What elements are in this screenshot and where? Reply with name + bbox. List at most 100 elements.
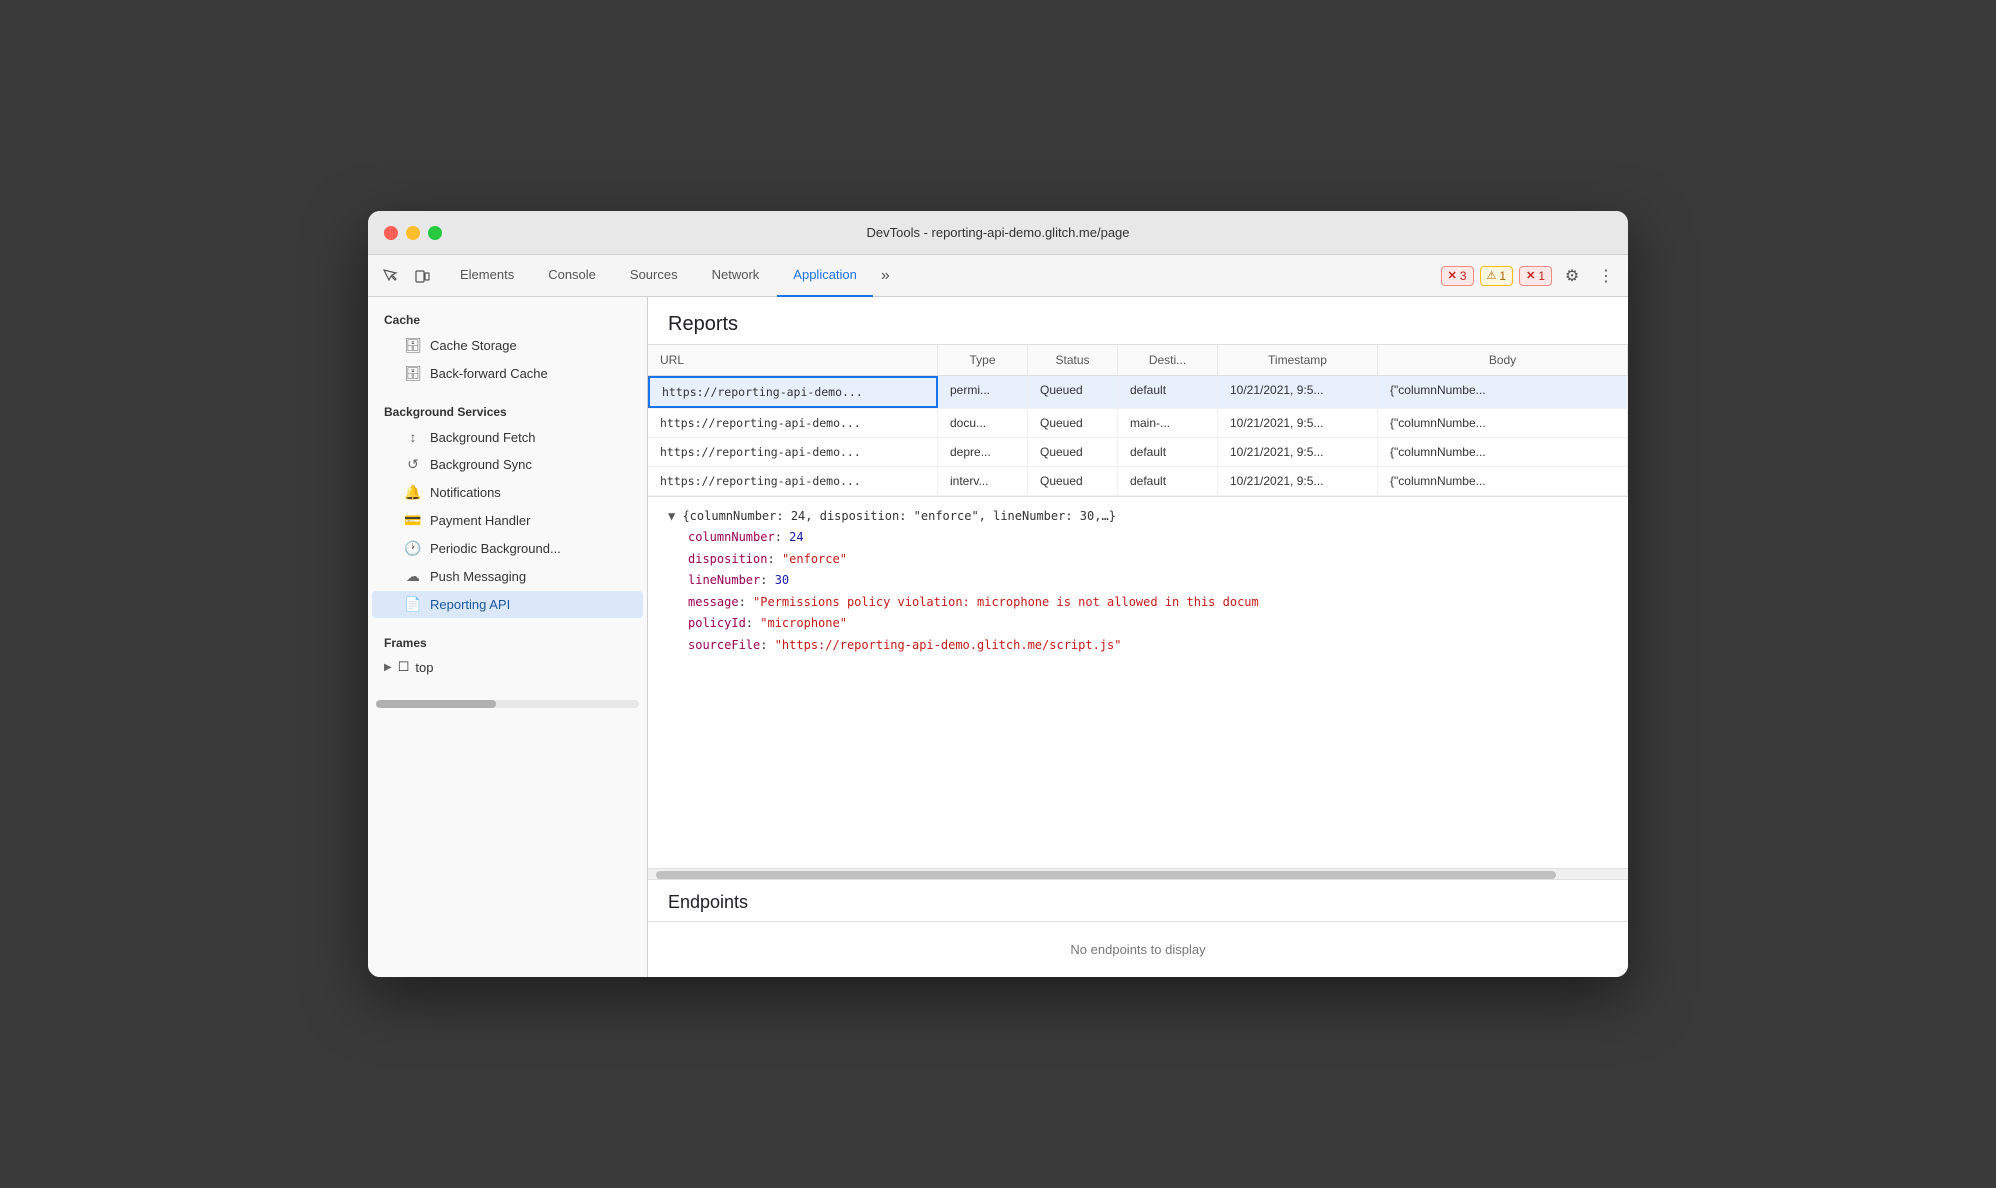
col-header-destination: Desti... xyxy=(1118,345,1218,375)
inspect-icon[interactable] xyxy=(376,262,404,290)
close-button[interactable] xyxy=(384,226,398,240)
detail-value-policyid: "microphone" xyxy=(760,616,847,630)
sidebar-item-notifications[interactable]: 🔔 Notifications xyxy=(372,479,643,506)
horizontal-scrollbar[interactable] xyxy=(648,868,1628,880)
table-row-2[interactable]: https://reporting-api-demo... depre... Q… xyxy=(648,438,1628,467)
toolbar: Elements Console Sources Network Applica… xyxy=(368,255,1628,297)
detail-line-sourcefile: sourceFile: "https://reporting-api-demo.… xyxy=(668,635,1608,657)
main-content: Cache 🗄 Cache Storage 🗄 Back-forward Cac… xyxy=(368,297,1628,977)
col-header-type: Type xyxy=(938,345,1028,375)
sidebar-scrollbar[interactable] xyxy=(376,700,639,708)
table-row-3[interactable]: https://reporting-api-demo... interv... … xyxy=(648,467,1628,496)
push-icon: ☁ xyxy=(404,568,422,585)
tab-elements[interactable]: Elements xyxy=(444,255,530,297)
warning-badge[interactable]: ⚠ 1 xyxy=(1480,266,1514,286)
minimize-button[interactable] xyxy=(406,226,420,240)
frames-arrow-icon: ▶ xyxy=(384,662,392,673)
sidebar-section-cache: Cache xyxy=(368,305,647,331)
tab-sources[interactable]: Sources xyxy=(614,255,694,297)
table-cell-dest-3: default xyxy=(1118,467,1218,495)
sidebar-item-cache-storage-label: Cache Storage xyxy=(430,338,517,353)
table-cell-dest-1: main-... xyxy=(1118,409,1218,437)
detail-line-message: message: "Permissions policy violation: … xyxy=(668,592,1608,614)
sidebar-section-frames: Frames xyxy=(368,628,647,654)
sync-icon: ↺ xyxy=(404,456,422,473)
sidebar: Cache 🗄 Cache Storage 🗄 Back-forward Cac… xyxy=(368,297,648,977)
table-cell-body-3: {"columnNumbe... xyxy=(1378,467,1628,495)
table-cell-dest-0: default xyxy=(1118,376,1218,408)
sidebar-section-background: Background Services xyxy=(368,397,647,423)
table-cell-type-2: depre... xyxy=(938,438,1028,466)
table-cell-status-3: Queued xyxy=(1028,467,1118,495)
error-badge-1[interactable]: ✕ 3 xyxy=(1441,266,1474,286)
detail-header-text: {columnNumber: 24, disposition: "enforce… xyxy=(682,509,1115,523)
col-header-body: Body xyxy=(1378,345,1628,375)
warning-icon: ⚠ xyxy=(1487,269,1497,282)
report-icon: 📄 xyxy=(404,596,422,613)
expand-triangle[interactable]: ▼ xyxy=(668,509,682,523)
table-cell-status-0: Queued xyxy=(1028,376,1118,408)
sidebar-item-top-frame[interactable]: ▶ ☐ top xyxy=(368,654,647,680)
maximize-button[interactable] xyxy=(428,226,442,240)
sidebar-item-back-forward-cache[interactable]: 🗄 Back-forward Cache xyxy=(372,360,643,387)
sidebar-item-push-messaging[interactable]: ☁ Push Messaging xyxy=(372,563,643,590)
detail-value-sourcefile: "https://reporting-api-demo.glitch.me/sc… xyxy=(775,638,1122,652)
detail-value-linenumber: 30 xyxy=(775,573,789,587)
detail-key-sourcefile: sourceFile xyxy=(688,638,760,652)
table-cell-type-3: interv... xyxy=(938,467,1028,495)
error-icon-2: ✕ xyxy=(1526,269,1535,282)
sidebar-item-back-forward-label: Back-forward Cache xyxy=(430,366,548,381)
payment-icon: 💳 xyxy=(404,512,422,529)
table-cell-url-3: https://reporting-api-demo... xyxy=(648,467,938,495)
fetch-icon: ↕ xyxy=(404,429,422,445)
table-cell-url-2: https://reporting-api-demo... xyxy=(648,438,938,466)
sidebar-item-periodic-background[interactable]: 🕐 Periodic Background... xyxy=(372,535,643,562)
col-header-status: Status xyxy=(1028,345,1118,375)
tab-network[interactable]: Network xyxy=(696,255,776,297)
table-cell-timestamp-2: 10/21/2021, 9:5... xyxy=(1218,438,1378,466)
detail-panel: ▼ {columnNumber: 24, disposition: "enfor… xyxy=(648,497,1628,868)
error-count-2: 1 xyxy=(1538,269,1545,283)
toolbar-icons xyxy=(376,262,436,290)
detail-key-message: message xyxy=(688,595,739,609)
detail-value-disposition: "enforce" xyxy=(782,552,847,566)
col-header-url: URL xyxy=(648,345,938,375)
sidebar-item-background-sync-label: Background Sync xyxy=(430,457,532,472)
table-row-1[interactable]: https://reporting-api-demo... docu... Qu… xyxy=(648,409,1628,438)
sidebar-item-payment-handler[interactable]: 💳 Payment Handler xyxy=(372,507,643,534)
frame-icon: ☐ xyxy=(398,659,410,675)
sidebar-item-periodic-label: Periodic Background... xyxy=(430,541,561,556)
more-options-button[interactable]: ⋮ xyxy=(1592,262,1620,290)
endpoints-empty-message: No endpoints to display xyxy=(648,922,1628,977)
scrollbar-thumb xyxy=(656,871,1556,879)
notification-icon: 🔔 xyxy=(404,484,422,501)
detail-key-column: columnNumber xyxy=(688,530,775,544)
reports-table: URL Type Status Desti... Timestamp Body … xyxy=(648,345,1628,497)
sidebar-item-cache-storage[interactable]: 🗄 Cache Storage xyxy=(372,332,643,359)
table-row-0[interactable]: https://reporting-api-demo... permi... Q… xyxy=(648,376,1628,409)
database-icon: 🗄 xyxy=(404,337,422,354)
table-cell-body-1: {"columnNumbe... xyxy=(1378,409,1628,437)
tab-application[interactable]: Application xyxy=(777,255,873,297)
gear-button[interactable]: ⚙ xyxy=(1558,262,1586,290)
sidebar-item-background-fetch[interactable]: ↕ Background Fetch xyxy=(372,424,643,450)
detail-line-column: columnNumber: 24 xyxy=(668,527,1608,549)
table-cell-body-2: {"columnNumbe... xyxy=(1378,438,1628,466)
back-forward-icon: 🗄 xyxy=(404,365,422,382)
table-cell-type-0: permi... xyxy=(938,376,1028,408)
sidebar-item-push-label: Push Messaging xyxy=(430,569,526,584)
table-cell-type-1: docu... xyxy=(938,409,1028,437)
more-tabs-button[interactable]: » xyxy=(875,263,896,289)
table-cell-url-1: https://reporting-api-demo... xyxy=(648,409,938,437)
error-count-1: 3 xyxy=(1460,269,1467,283)
detail-key-linenumber: lineNumber xyxy=(688,573,760,587)
tab-console[interactable]: Console xyxy=(532,255,612,297)
detail-line-disposition: disposition: "enforce" xyxy=(668,549,1608,571)
device-icon[interactable] xyxy=(408,262,436,290)
sidebar-item-background-fetch-label: Background Fetch xyxy=(430,430,536,445)
sidebar-item-background-sync[interactable]: ↺ Background Sync xyxy=(372,451,643,478)
error-badge-2[interactable]: ✕ 1 xyxy=(1519,266,1552,286)
sidebar-item-reporting-api[interactable]: 📄 Reporting API xyxy=(372,591,643,618)
clock-icon: 🕐 xyxy=(404,540,422,557)
sidebar-item-top-label: top xyxy=(415,660,433,675)
